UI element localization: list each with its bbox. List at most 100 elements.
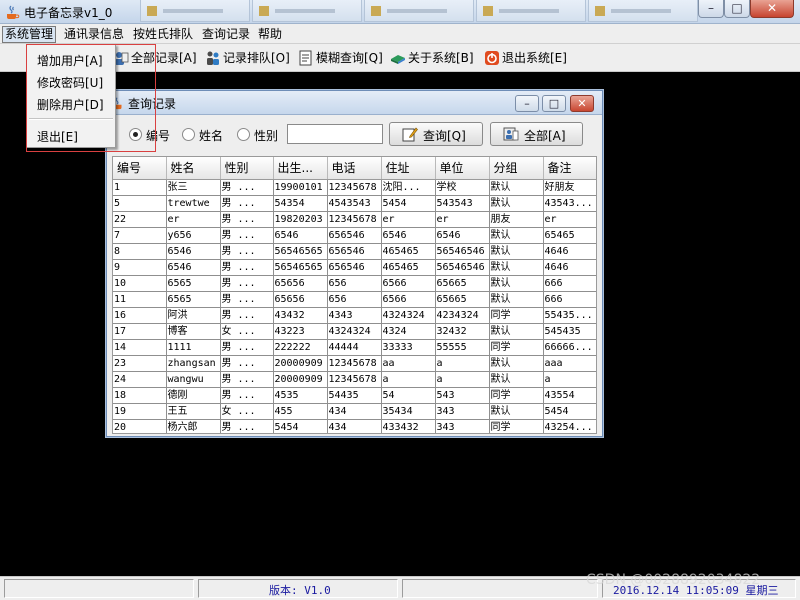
menu-item-change-password[interactable]: 修改密码[U] xyxy=(37,74,103,91)
column-header[interactable]: 编号 xyxy=(113,157,167,180)
table-cell[interactable]: er xyxy=(381,211,436,228)
menu-item-exit[interactable]: 退出[E] xyxy=(37,128,78,145)
table-cell[interactable]: 6546 xyxy=(435,227,490,244)
table-cell[interactable]: 男 ... xyxy=(220,195,274,212)
table-cell[interactable]: 434 xyxy=(327,403,382,420)
query-window-maximize-button[interactable]: □ xyxy=(542,95,566,112)
table-cell[interactable]: 4343 xyxy=(327,307,382,324)
table-cell[interactable]: 4535 xyxy=(273,387,328,404)
table-cell[interactable]: 10 xyxy=(113,275,167,292)
table-cell[interactable]: 543 xyxy=(435,387,490,404)
table-row[interactable]: 22 er 男 ... 19820203 12345678 er er 朋友 er xyxy=(113,211,596,228)
table-cell[interactable]: 5454 xyxy=(273,419,328,433)
table-cell[interactable]: 朋友 xyxy=(489,211,544,228)
table-cell[interactable]: 12345678 xyxy=(327,179,382,196)
minimize-button[interactable]: – xyxy=(698,0,724,18)
table-cell[interactable]: aaa xyxy=(543,355,596,372)
table-cell[interactable]: 666 xyxy=(543,291,596,308)
table-cell[interactable]: 4324324 xyxy=(381,307,436,324)
menu-item-delete-user[interactable]: 删除用户[D] xyxy=(37,96,104,113)
table-cell[interactable]: 55555 xyxy=(435,339,490,356)
table-cell[interactable]: 65656 xyxy=(273,291,328,308)
table-cell[interactable]: 男 ... xyxy=(220,227,274,244)
table-cell[interactable]: 男 ... xyxy=(220,259,274,276)
table-cell[interactable]: 5454 xyxy=(543,403,596,420)
table-cell[interactable]: 43432 xyxy=(273,307,328,324)
table-row[interactable]: 10 6565 男 ... 65656 656 6566 65665 默认 666 xyxy=(113,275,596,292)
table-cell[interactable]: 男 ... xyxy=(220,211,274,228)
menu-sort[interactable]: 按姓氏排队 xyxy=(131,26,195,43)
table-cell[interactable]: 默认 xyxy=(489,371,544,388)
table-row[interactable]: 5 trewtwe 男 ... 54354 4543543 5454 543543 默认 435… xyxy=(113,195,596,212)
column-header[interactable]: 分组 xyxy=(489,157,544,180)
query-window-close-button[interactable]: ✕ xyxy=(570,95,594,112)
table-cell[interactable]: 6546 xyxy=(381,227,436,244)
table-cell[interactable]: 12345678 xyxy=(327,211,382,228)
table-cell[interactable]: 54435 xyxy=(327,387,382,404)
table-cell[interactable]: 学校 xyxy=(435,179,490,196)
table-cell[interactable]: 19900101 xyxy=(273,179,328,196)
table-row[interactable]: 17 博客女 ... 43223 4324324 4324 32432 默认 545435 xyxy=(113,323,596,340)
table-cell[interactable]: 455 xyxy=(273,403,328,420)
table-cell[interactable]: 656 xyxy=(327,275,382,292)
table-cell[interactable]: 32432 xyxy=(435,323,490,340)
table-cell[interactable]: 43254... xyxy=(543,419,596,433)
table-cell[interactable]: 17 xyxy=(113,323,167,340)
maximize-button[interactable]: □ xyxy=(724,0,750,18)
table-cell[interactable]: 男 ... xyxy=(220,275,274,292)
table-row[interactable]: 8 6546 男 ... 56546565 656546 465465 56546546 默认… xyxy=(113,243,596,260)
table-cell[interactable]: 35434 xyxy=(381,403,436,420)
table-cell[interactable]: er xyxy=(435,211,490,228)
column-header[interactable]: 姓名 xyxy=(166,157,221,180)
table-cell[interactable]: 65656 xyxy=(273,275,328,292)
table-cell[interactable]: 56546546 xyxy=(435,243,490,260)
table-cell[interactable]: 同学 xyxy=(489,387,544,404)
table-cell[interactable]: 杨六郎 xyxy=(166,419,221,433)
table-cell[interactable]: 55435... xyxy=(543,307,596,324)
table-cell[interactable]: 4543543 xyxy=(327,195,382,212)
query-window-titlebar[interactable]: 查询记录 – □ ✕ xyxy=(107,91,602,115)
table-cell[interactable]: 19820203 xyxy=(273,211,328,228)
table-cell[interactable]: 男 ... xyxy=(220,355,274,372)
table-cell[interactable]: a xyxy=(435,355,490,372)
show-all-button[interactable]: 全部[A] xyxy=(490,122,583,146)
table-row[interactable]: 14 1111 男 ... 222222 44444 33333 55555 同学 66666.… xyxy=(113,339,596,356)
table-cell[interactable]: 6566 xyxy=(381,291,436,308)
table-row[interactable]: 19 王五女 ... 455 434 35434 343 默认 5454 xyxy=(113,403,596,420)
table-cell[interactable]: 433432 xyxy=(381,419,436,433)
table-cell[interactable]: 56546565 xyxy=(273,243,328,260)
table-row[interactable]: 7 y656 男 ... 6546 656546 6546 6546 默认 65465 xyxy=(113,227,596,244)
table-cell[interactable]: 43543... xyxy=(543,195,596,212)
table-cell[interactable]: 6566 xyxy=(381,275,436,292)
table-cell[interactable]: 默认 xyxy=(489,243,544,260)
table-cell[interactable]: 4646 xyxy=(543,259,596,276)
table-cell[interactable]: 20000909 xyxy=(273,355,328,372)
table-cell[interactable]: 8 xyxy=(113,243,167,260)
table-cell[interactable]: a xyxy=(543,371,596,388)
table-cell[interactable]: 12345678 xyxy=(327,371,382,388)
table-cell[interactable]: 543543 xyxy=(435,195,490,212)
table-cell[interactable]: 默认 xyxy=(489,227,544,244)
table-cell[interactable]: 同学 xyxy=(489,339,544,356)
table-cell[interactable]: 王五 xyxy=(166,403,221,420)
table-cell[interactable]: 默认 xyxy=(489,195,544,212)
table-cell[interactable]: a xyxy=(435,371,490,388)
table-cell[interactable]: a xyxy=(381,371,436,388)
table-cell[interactable]: 男 ... xyxy=(220,291,274,308)
table-cell[interactable]: 18 xyxy=(113,387,167,404)
menu-item-add-user[interactable]: 增加用户[A] xyxy=(37,52,103,69)
table-cell[interactable]: 5 xyxy=(113,195,167,212)
table-cell[interactable]: 默认 xyxy=(489,323,544,340)
table-cell[interactable]: 男 ... xyxy=(220,243,274,260)
table-cell[interactable]: aa xyxy=(381,355,436,372)
table-cell[interactable]: 4646 xyxy=(543,243,596,260)
table-cell[interactable]: 6546 xyxy=(166,243,221,260)
table-row[interactable]: 1 张三男 ... 19900101 12345678 沈阳... 学校 默认 好朋友 xyxy=(113,179,596,196)
table-cell[interactable]: 65465 xyxy=(543,227,596,244)
query-window-minimize-button[interactable]: – xyxy=(515,95,539,112)
table-row[interactable]: 20 杨六郎男 ... 5454 434 433432 343 同学 43254... xyxy=(113,419,596,433)
column-header[interactable]: 性别 xyxy=(220,157,274,180)
table-row[interactable]: 16 阿洪男 ... 43432 4343 4324324 4234324 同学 55435.… xyxy=(113,307,596,324)
column-header[interactable]: 备注 xyxy=(543,157,596,180)
table-cell[interactable]: 张三 xyxy=(166,179,221,196)
